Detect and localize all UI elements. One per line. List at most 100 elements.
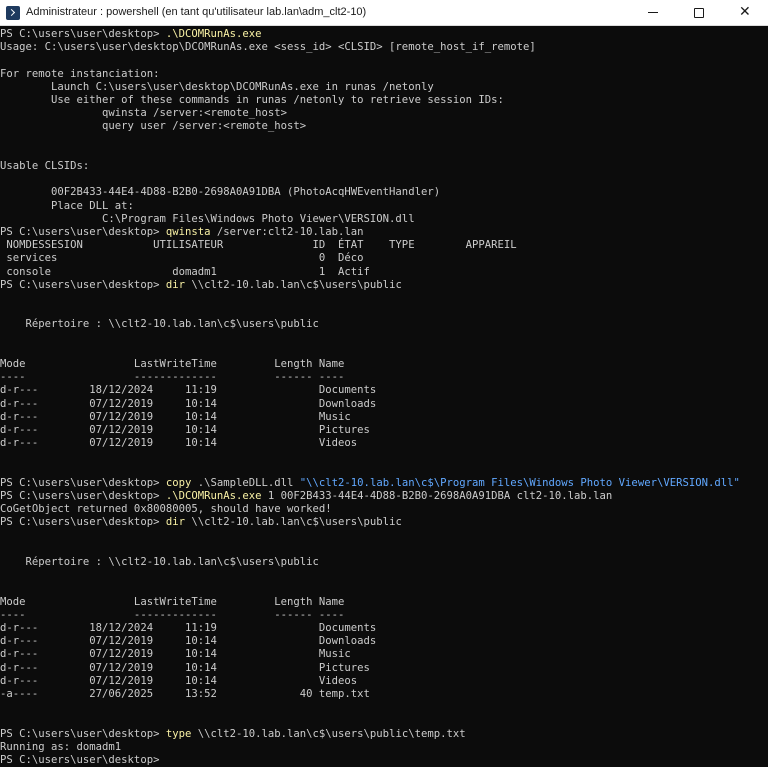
command-token: dir [165, 516, 185, 529]
terminal-line: d-r--- 07/12/2019 10:14 Videos [0, 437, 357, 450]
terminal-line: PS C:\users\user\desktop> .\DCOMRunAs.ex… [0, 28, 262, 41]
output-text: PS C:\users\user\desktop> [0, 490, 166, 502]
terminal-line: Usage: C:\users\user\desktop\DCOMRunAs.e… [0, 41, 536, 54]
terminal-line: ---- ------------- ------ ---- [0, 371, 344, 384]
output-text: Launch C:\users\user\desktop\DCOMRunAs.e… [0, 80, 434, 93]
terminal-line: d-r--- 07/12/2019 10:14 Music [0, 648, 351, 661]
output-text: Mode LastWriteTime Length Name [0, 595, 345, 608]
output-text: -a---- 27/06/2025 13:52 40 temp.txt [0, 688, 370, 700]
terminal-line: 00F2B433-44E4-4D88-B2B0-2698A0A91DBA (Ph… [0, 186, 440, 199]
title-bar[interactable]: Administrateur : powershell (en tant qu'… [0, 0, 768, 26]
terminal-line: Place DLL at: [0, 200, 134, 213]
output-text: ---- ------------- ------ ---- [0, 608, 345, 621]
output-text: Use either of these commands in runas /n… [0, 94, 504, 106]
command-token: copy [165, 476, 192, 489]
terminal-line: CoGetObject returned 0x80080005, should … [0, 503, 332, 516]
output-text: /server:clt2-10.lab.lan [210, 226, 364, 238]
output-text: Usage: C:\users\user\desktop\DCOMRunAs.e… [0, 41, 536, 54]
terminal-line: PS C:\users\user\desktop> dir \\clt2-10.… [0, 516, 402, 529]
terminal-line: Launch C:\users\user\desktop\DCOMRunAs.e… [0, 81, 434, 94]
output-text: 00F2B433-44E4-4D88-B2B0-2698A0A91DBA (Ph… [0, 186, 441, 199]
output-text: \\clt2-10.lab.lan\c$\users\public\temp.t… [191, 727, 466, 740]
terminal-line: d-r--- 07/12/2019 10:14 Downloads [0, 398, 376, 411]
string-token: "\\clt2-10.lab.lan\c$\Program Files\Wind… [299, 476, 740, 489]
command-token: qwinsta [165, 226, 211, 238]
output-text: 1 00F2B433-44E4-4D88-B2B0-2698A0A91DBA c… [261, 490, 613, 502]
terminal-line: PS C:\users\user\desktop> dir \\clt2-10.… [0, 279, 402, 292]
terminal-line: Mode LastWriteTime Length Name [0, 358, 344, 371]
terminal-line: d-r--- 18/12/2024 11:19 Documents [0, 622, 376, 635]
output-text: Usable CLSIDs: [0, 160, 90, 172]
terminal-line: PS C:\users\user\desktop> copy .\SampleD… [0, 477, 740, 490]
command-token: .\DCOMRunAs.exe [165, 490, 262, 502]
output-text: CoGetObject returned 0x80080005, should … [0, 503, 332, 516]
output-text: d-r--- 07/12/2019 10:14 Downloads [0, 397, 377, 410]
terminal-line: d-r--- 07/12/2019 10:14 Downloads [0, 635, 376, 648]
output-text: services 0 Déco [0, 252, 364, 265]
terminal-line: d-r--- 07/12/2019 10:14 Pictures [0, 662, 370, 675]
output-text: PS C:\users\user\desktop> [0, 516, 166, 529]
minimize-button[interactable] [630, 0, 676, 26]
terminal-line: ---- ------------- ------ ---- [0, 609, 344, 622]
terminal-line: console domadm1 1 Actif [0, 266, 370, 279]
terminal-line: Running as: domadm1 [0, 741, 121, 754]
terminal-line: For remote instanciation: [0, 68, 159, 81]
terminal-line: -a---- 27/06/2025 13:52 40 temp.txt [0, 688, 370, 701]
output-text: PS C:\users\user\desktop> [0, 476, 166, 489]
terminal-line: services 0 Déco [0, 252, 364, 265]
terminal-line: Répertoire : \\clt2-10.lab.lan\c$\users\… [0, 318, 319, 331]
terminal-line: qwinsta /server:<remote_host> [0, 107, 287, 120]
command-token: dir [165, 278, 185, 291]
terminal-line: NOMDESSESION UTILISATEUR ID ÉTAT TYPE AP… [0, 239, 516, 252]
output-text: PS C:\users\user\desktop> [0, 727, 166, 740]
terminal-line: C:\Program Files\Windows Photo Viewer\VE… [0, 213, 415, 226]
terminal-line: d-r--- 07/12/2019 10:14 Pictures [0, 424, 370, 437]
terminal-line: PS C:\users\user\desktop> .\DCOMRunAs.ex… [0, 490, 612, 503]
output-text: Running as: domadm1 [0, 740, 122, 753]
output-text: PS C:\users\user\desktop> [0, 28, 166, 40]
window-title: Administrateur : powershell (en tant qu'… [26, 6, 367, 18]
terminal-line: Répertoire : \\clt2-10.lab.lan\c$\users\… [0, 556, 319, 569]
output-text: d-r--- 07/12/2019 10:14 Downloads [0, 635, 377, 648]
terminal-line: d-r--- 18/12/2024 11:19 Documents [0, 384, 376, 397]
terminal-line: PS C:\users\user\desktop> qwinsta /serve… [0, 226, 364, 239]
maximize-button[interactable] [676, 0, 722, 26]
output-text: d-r--- 18/12/2024 11:19 Documents [0, 622, 377, 634]
output-text: d-r--- 18/12/2024 11:19 Documents [0, 384, 377, 397]
output-text: \\clt2-10.lab.lan\c$\users\public [184, 278, 402, 291]
output-text: Place DLL at: [0, 199, 134, 212]
output-text: For remote instanciation: [0, 67, 160, 80]
output-text: console domadm1 1 Actif [0, 265, 370, 278]
terminal-line: Use either of these commands in runas /n… [0, 94, 504, 107]
output-text: d-r--- 07/12/2019 10:14 Videos [0, 437, 358, 450]
output-text: d-r--- 07/12/2019 10:14 Music [0, 648, 351, 661]
output-text: d-r--- 07/12/2019 10:14 Pictures [0, 424, 370, 436]
output-text: Répertoire : \\clt2-10.lab.lan\c$\users\… [0, 318, 319, 331]
output-text: ---- ------------- ------ ---- [0, 371, 345, 384]
output-text: Mode LastWriteTime Length Name [0, 358, 345, 370]
output-text: d-r--- 07/12/2019 10:14 Pictures [0, 661, 370, 674]
minimize-icon [648, 12, 658, 13]
output-text: query user /server:<remote_host> [0, 120, 307, 133]
output-text: PS C:\users\user\desktop> [0, 278, 166, 291]
powershell-icon [6, 6, 20, 20]
terminal-line: d-r--- 07/12/2019 10:14 Videos [0, 675, 357, 688]
terminal-line: Usable CLSIDs: [0, 160, 89, 173]
close-icon: ✕ [739, 4, 751, 20]
output-text: C:\Program Files\Windows Photo Viewer\VE… [0, 212, 415, 225]
output-text: d-r--- 07/12/2019 10:14 Videos [0, 674, 358, 687]
output-text: PS C:\users\user\desktop> [0, 754, 166, 766]
terminal-line: PS C:\users\user\desktop> type \\clt2-10… [0, 728, 466, 741]
terminal-line: d-r--- 07/12/2019 10:14 Music [0, 411, 351, 424]
output-text: d-r--- 07/12/2019 10:14 Music [0, 410, 351, 423]
command-token: .\DCOMRunAs.exe [165, 28, 262, 40]
output-text: PS C:\users\user\desktop> [0, 226, 166, 238]
terminal-output[interactable]: PS C:\users\user\desktop> .\DCOMRunAs.ex… [0, 26, 768, 767]
terminal-line: PS C:\users\user\desktop> [0, 754, 166, 767]
output-text: qwinsta /server:<remote_host> [0, 107, 288, 120]
output-text: .\SampleDLL.dll [191, 476, 300, 489]
terminal-line: query user /server:<remote_host> [0, 120, 306, 133]
command-token: type [165, 727, 192, 740]
output-text: \\clt2-10.lab.lan\c$\users\public [184, 516, 402, 529]
close-button[interactable]: ✕ [722, 0, 768, 26]
